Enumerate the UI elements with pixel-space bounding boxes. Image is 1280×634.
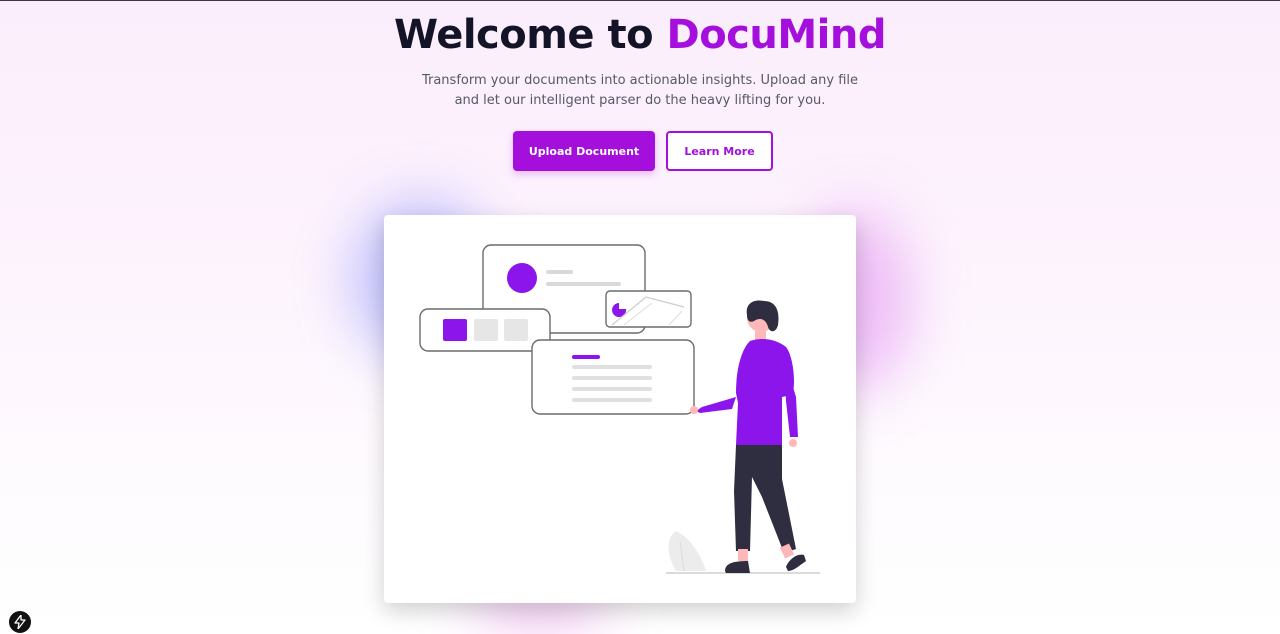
lightning-bolt-icon xyxy=(14,615,26,629)
illustration-card xyxy=(384,215,856,603)
page-title: Welcome to DocuMind xyxy=(0,9,1280,61)
landing-page: Welcome to DocuMind Transform your docum… xyxy=(0,1,1280,634)
subtitle-line-2: and let our intelligent parser do the he… xyxy=(454,93,826,108)
title-prefix: Welcome to xyxy=(394,12,667,58)
learn-more-button[interactable]: Learn More xyxy=(666,131,773,171)
dev-tools-badge[interactable] xyxy=(9,611,31,633)
hero-subtitle: Transform your documents into actionable… xyxy=(410,71,870,111)
brand-name: DocuMind xyxy=(666,12,887,58)
person-with-document-cards-illustration xyxy=(419,244,820,574)
subtitle-line-1: Transform your documents into actionable… xyxy=(421,73,859,88)
upload-document-button[interactable]: Upload Document xyxy=(513,131,655,171)
